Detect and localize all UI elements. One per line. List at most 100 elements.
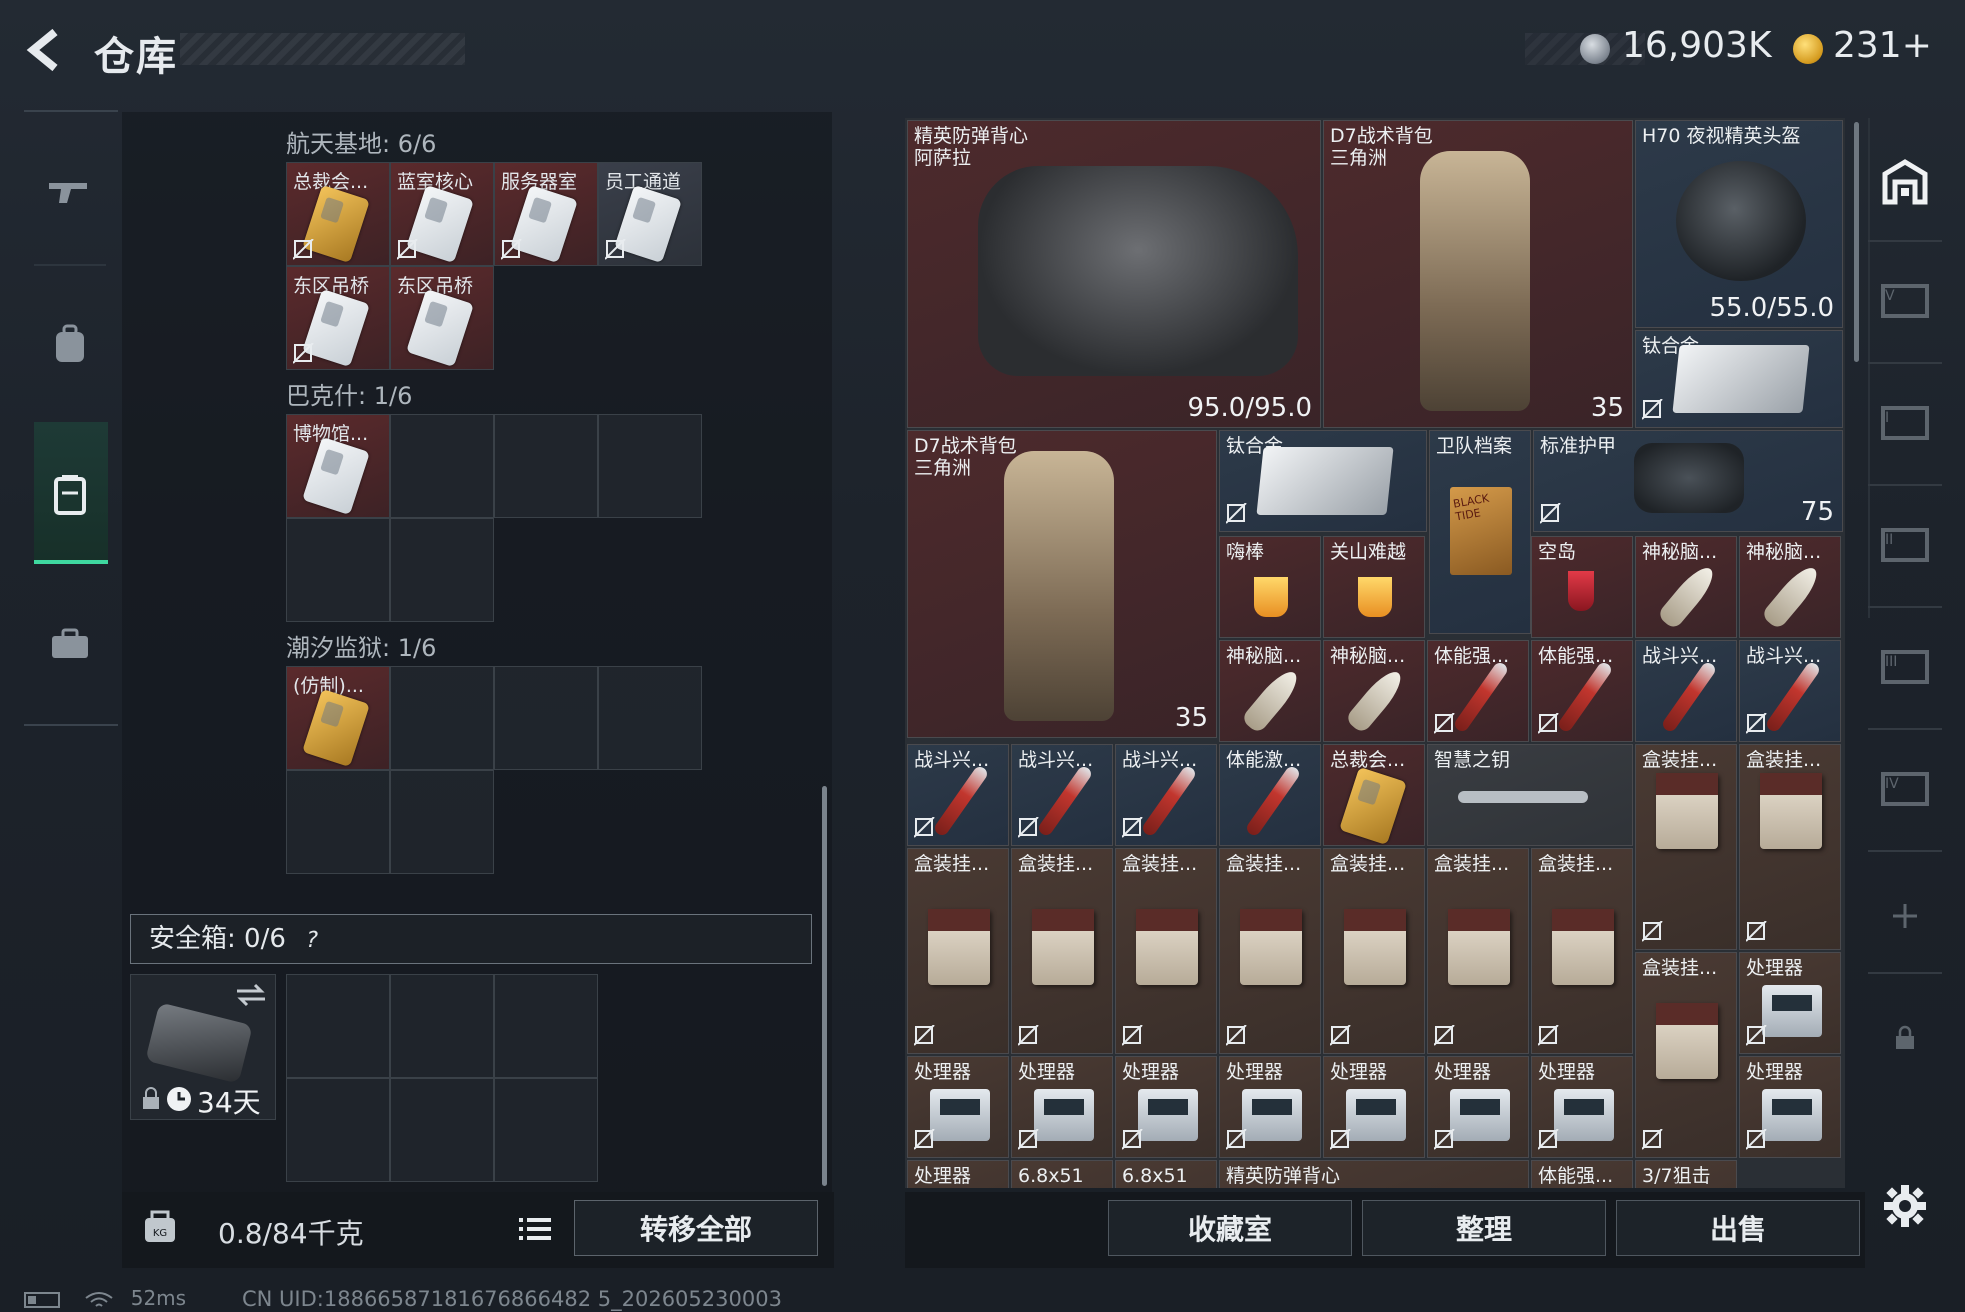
add-stash-button[interactable] bbox=[1874, 886, 1936, 946]
sort-button[interactable]: 整理 bbox=[1362, 1200, 1606, 1256]
left-scrollbar[interactable] bbox=[822, 786, 827, 1186]
stash-item[interactable]: 盒装挂... bbox=[1323, 848, 1425, 1054]
nav-weapons[interactable] bbox=[34, 156, 106, 228]
stash-item[interactable]: 处理器 bbox=[1323, 1056, 1425, 1158]
stash-item[interactable]: 盒装挂... bbox=[1635, 744, 1737, 950]
stash-item[interactable]: 处理器 bbox=[1115, 1056, 1217, 1158]
empty-slot[interactable] bbox=[390, 666, 494, 770]
item-slot[interactable]: (仿制)... bbox=[286, 666, 390, 770]
item-h70-helmet[interactable]: H70 夜视精英头盔 55.0/55.0 bbox=[1635, 120, 1843, 328]
item-slot[interactable]: 服务器室 bbox=[494, 162, 598, 266]
swap-icon[interactable] bbox=[235, 981, 267, 1009]
stash-item[interactable]: 体能激... bbox=[1219, 744, 1321, 846]
stash-item[interactable]: 关山难越 bbox=[1323, 536, 1425, 638]
stash-item[interactable]: 处理器 bbox=[1427, 1056, 1529, 1158]
item-d7-backpack[interactable]: D7战术背包 三角洲 35 bbox=[907, 430, 1217, 738]
stash-item[interactable]: 处理器 bbox=[1739, 952, 1841, 1054]
sell-button[interactable]: 出售 bbox=[1616, 1200, 1860, 1256]
stash-item[interactable]: 处理器 bbox=[1011, 1056, 1113, 1158]
stash-scrollbar[interactable] bbox=[1854, 122, 1859, 362]
stash-tab-5[interactable]: IV bbox=[1874, 758, 1936, 818]
stash-item[interactable]: 处理器 bbox=[907, 1160, 1009, 1188]
stash-item[interactable]: 神秘脑... bbox=[1219, 640, 1321, 742]
item-d7-backpack[interactable]: D7战术背包 三角洲 35 bbox=[1323, 120, 1633, 428]
empty-slot[interactable] bbox=[390, 518, 494, 622]
stash-tab-1[interactable]: V bbox=[1874, 270, 1936, 330]
stash-item[interactable]: 盒装挂... bbox=[1635, 952, 1737, 1158]
item-titanium[interactable]: 钛合金 bbox=[1635, 330, 1843, 428]
empty-slot[interactable] bbox=[598, 414, 702, 518]
stash-item[interactable]: 体能强... bbox=[1531, 640, 1633, 742]
nav-toolbox[interactable] bbox=[34, 608, 106, 680]
list-view-button[interactable] bbox=[512, 1204, 558, 1254]
empty-slot[interactable] bbox=[390, 1078, 494, 1182]
collection-room-button[interactable]: 收藏室 bbox=[1108, 1200, 1352, 1256]
stash-item[interactable]: 智慧之钥 bbox=[1427, 744, 1633, 846]
stash-item[interactable]: 战斗兴... bbox=[1115, 744, 1217, 846]
stash-item[interactable]: 嗨棒 bbox=[1219, 536, 1321, 638]
transfer-all-button[interactable]: 转移全部 bbox=[574, 1200, 818, 1256]
stash-item[interactable]: 体能强... bbox=[1427, 640, 1529, 742]
settings-button[interactable] bbox=[1874, 1176, 1936, 1236]
stash-item[interactable]: 盒装挂... bbox=[1531, 848, 1633, 1054]
item-slot[interactable]: 蓝室核心 bbox=[390, 162, 494, 266]
item-elite-vest[interactable]: 精英防弹背心 阿萨拉 95.0/95.0 bbox=[907, 120, 1321, 428]
nav-backpack[interactable] bbox=[34, 308, 106, 380]
empty-slot[interactable] bbox=[286, 974, 390, 1078]
item-guard-archive[interactable]: 卫队档案 BLACK TIDE bbox=[1429, 430, 1531, 634]
stash-item[interactable]: 6.8x51 bbox=[1115, 1160, 1217, 1188]
stash-tab-4[interactable]: III bbox=[1874, 636, 1936, 696]
stash-item[interactable]: 战斗兴... bbox=[1011, 744, 1113, 846]
stash-item[interactable]: 处理器 bbox=[907, 1056, 1009, 1158]
stash-item[interactable]: 空岛 bbox=[1531, 536, 1633, 638]
stash-item[interactable]: 战斗兴... bbox=[1739, 640, 1841, 742]
stash-tab-2[interactable]: I bbox=[1874, 392, 1936, 452]
empty-slot[interactable] bbox=[598, 666, 702, 770]
stash-item[interactable]: 处理器 bbox=[1739, 1056, 1841, 1158]
stash-item[interactable]: 处理器 bbox=[1531, 1056, 1633, 1158]
stash-tab-3[interactable]: II bbox=[1874, 514, 1936, 574]
stash-item[interactable]: 神秘脑... bbox=[1739, 536, 1841, 638]
stash-item[interactable]: 3/7狙击 bbox=[1635, 1160, 1737, 1188]
item-slot[interactable]: 东区吊桥 bbox=[286, 266, 390, 370]
empty-slot[interactable] bbox=[494, 974, 598, 1078]
stash-item[interactable]: 神秘脑... bbox=[1323, 640, 1425, 742]
empty-slot[interactable] bbox=[286, 1078, 390, 1182]
stash-item[interactable]: 总裁会... bbox=[1323, 744, 1425, 846]
stash-item[interactable]: 盒装挂... bbox=[1739, 744, 1841, 950]
stash-item[interactable]: 战斗兴... bbox=[1635, 640, 1737, 742]
empty-slot[interactable] bbox=[390, 770, 494, 874]
stash-tab-main[interactable] bbox=[1874, 152, 1936, 212]
locked-stash-button[interactable] bbox=[1874, 1008, 1936, 1068]
stash-item[interactable]: 盒装挂... bbox=[1427, 848, 1529, 1054]
stash-item[interactable]: 神秘脑... bbox=[1635, 536, 1737, 638]
stash-item[interactable]: 处理器 bbox=[1219, 1056, 1321, 1158]
no-trade-icon bbox=[1122, 1129, 1143, 1150]
premium-currency[interactable]: 231+ bbox=[1833, 25, 1932, 66]
item-slot[interactable]: 总裁会... bbox=[286, 162, 390, 266]
stash-item[interactable]: 6.8x51 bbox=[1011, 1160, 1113, 1188]
empty-slot[interactable] bbox=[494, 666, 598, 770]
help-icon[interactable]: ? bbox=[301, 917, 323, 965]
item-slot[interactable]: 东区吊桥 bbox=[390, 266, 494, 370]
stash-item[interactable]: 精英防弹背心 bbox=[1219, 1160, 1529, 1188]
stash-item[interactable]: 战斗兴... bbox=[907, 744, 1009, 846]
stash-item[interactable]: 盒装挂... bbox=[907, 848, 1009, 1054]
empty-slot[interactable] bbox=[286, 770, 390, 874]
empty-slot[interactable] bbox=[494, 1078, 598, 1182]
back-button[interactable] bbox=[20, 22, 70, 78]
empty-slot[interactable] bbox=[494, 414, 598, 518]
stash-item[interactable]: 盒装挂... bbox=[1219, 848, 1321, 1054]
stash-item[interactable]: 体能强... bbox=[1531, 1160, 1633, 1188]
no-trade-icon bbox=[1226, 1129, 1247, 1150]
safe-case-slot[interactable]: 34天 bbox=[130, 974, 276, 1120]
empty-slot[interactable] bbox=[390, 974, 494, 1078]
item-slot[interactable]: 博物馆... bbox=[286, 414, 390, 518]
empty-slot[interactable] bbox=[390, 414, 494, 518]
stash-item[interactable]: 盒装挂... bbox=[1011, 848, 1113, 1054]
empty-slot[interactable] bbox=[286, 518, 390, 622]
item-standard-armor[interactable]: 标准护甲 75 bbox=[1533, 430, 1843, 532]
item-slot[interactable]: 员工通道 bbox=[598, 162, 702, 266]
item-titanium[interactable]: 钛合金 bbox=[1219, 430, 1427, 532]
stash-item[interactable]: 盒装挂... bbox=[1115, 848, 1217, 1054]
